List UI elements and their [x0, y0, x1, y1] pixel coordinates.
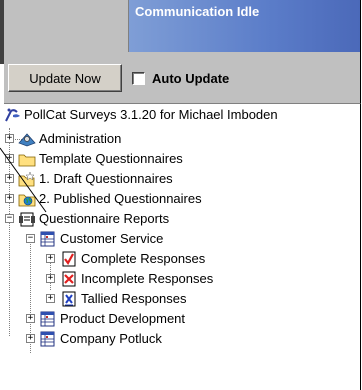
- tree-item-questionnaire-reports[interactable]: − Questionnaire Reports: [4, 209, 224, 229]
- tree-label: Administration: [39, 131, 122, 146]
- tree-item-draft-questionnaires[interactable]: + 1. Draft Questionnaires: [4, 169, 264, 189]
- expand-icon[interactable]: +: [46, 274, 55, 283]
- collapse-icon[interactable]: −: [26, 234, 35, 243]
- window-frame: Communication Idle Update Now Auto Updat…: [0, 0, 362, 390]
- expand-icon[interactable]: +: [5, 134, 14, 143]
- tree-label: Incomplete Responses: [81, 271, 214, 286]
- tree-item-tallied-responses[interactable]: + Tallied Responses: [4, 289, 244, 309]
- tree-item-published-questionnaires[interactable]: + 2. Published Questionnaires: [4, 189, 284, 209]
- folder-icon: [18, 154, 36, 167]
- tree-label: Complete Responses: [81, 251, 206, 266]
- auto-update-label: Auto Update: [152, 70, 230, 86]
- report-grid-icon: [40, 231, 55, 247]
- tree-item-template-questionnaires[interactable]: + Template Questionnaires: [4, 149, 264, 169]
- auto-update-option[interactable]: Auto Update: [132, 68, 229, 88]
- status-indicator: Communication Idle: [128, 0, 360, 52]
- tally-document-icon: [62, 291, 76, 307]
- tree-label: Customer Service: [60, 231, 164, 246]
- tree-item-incomplete-responses[interactable]: + Incomplete Responses: [4, 269, 254, 289]
- collapse-icon[interactable]: −: [5, 214, 14, 223]
- tree-item-complete-responses[interactable]: + Complete Responses: [4, 249, 244, 269]
- auto-update-checkbox[interactable]: [132, 71, 145, 85]
- status-text: Communication Idle: [135, 4, 260, 19]
- expand-icon[interactable]: +: [26, 334, 35, 343]
- expand-icon[interactable]: +: [26, 314, 35, 323]
- tree-label: 2. Published Questionnaires: [39, 191, 202, 206]
- tree-item-product-development[interactable]: + Product Development: [4, 309, 244, 329]
- status-bar: Communication Idle: [4, 0, 361, 52]
- reports-icon: [19, 212, 35, 227]
- report-grid-icon: [40, 331, 55, 347]
- expand-icon[interactable]: +: [5, 174, 14, 183]
- tree-label: 1. Draft Questionnaires: [39, 171, 173, 186]
- tree-label: Company Potluck: [60, 331, 162, 346]
- tree-label: Tallied Responses: [81, 291, 187, 306]
- tree-item-administration[interactable]: + Administration: [4, 129, 224, 149]
- tree-label: Template Questionnaires: [39, 151, 183, 166]
- tree-item-customer-service[interactable]: − Customer Service: [4, 229, 224, 249]
- expand-icon[interactable]: +: [46, 294, 55, 303]
- checkmark-document-icon: [62, 251, 76, 267]
- pollcat-logo-icon: [5, 108, 20, 122]
- published-folder-icon: [18, 194, 36, 207]
- administration-icon: [18, 133, 36, 147]
- x-document-icon: [62, 271, 76, 287]
- tree-root[interactable]: PollCat Surveys 3.1.20 for Michael Imbod…: [4, 105, 361, 125]
- tree-label: Product Development: [60, 311, 186, 326]
- draft-folder-icon: [18, 171, 35, 187]
- tree-label: Questionnaire Reports: [39, 211, 170, 226]
- tree-item-company-potluck[interactable]: + Company Potluck: [4, 329, 224, 349]
- expand-icon[interactable]: +: [46, 254, 55, 263]
- expand-icon[interactable]: +: [5, 154, 14, 163]
- tree-root-label: PollCat Surveys 3.1.20 for Michael Imbod…: [24, 107, 278, 122]
- report-grid-icon: [40, 311, 55, 327]
- update-now-button[interactable]: Update Now: [8, 64, 122, 92]
- toolbar: Update Now Auto Update: [4, 52, 361, 104]
- survey-tree[interactable]: PollCat Surveys 3.1.20 for Michael Imbod…: [4, 104, 361, 390]
- expand-icon[interactable]: +: [5, 194, 14, 203]
